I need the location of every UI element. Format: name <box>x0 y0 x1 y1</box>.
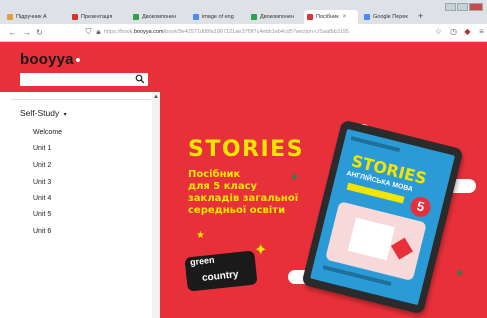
sidebar-scrollbar[interactable]: ▲ <box>152 92 160 318</box>
tablet-book-image: STORIES АНГЛІЙСЬКА МОВА 5 <box>301 119 464 315</box>
history-icon[interactable]: ◷ <box>449 27 458 36</box>
grade-badge: 5 <box>408 194 433 220</box>
sidebar-section-title[interactable]: Self-Study ▾ <box>20 108 67 118</box>
browser-tab[interactable]: Двокомпонен <box>130 10 188 24</box>
browser-tab[interactable]: Підручник А <box>4 10 64 24</box>
sidebar-item-unit-2[interactable]: Unit 2 <box>33 162 51 169</box>
shield-icon[interactable]: ⛉ <box>84 27 93 36</box>
tab-label: Двокомпонен <box>260 14 295 20</box>
minimize-button[interactable] <box>445 3 456 11</box>
cover-headline: STORIES <box>188 137 305 162</box>
pocket-icon[interactable]: ◆ <box>463 27 472 36</box>
reload-icon[interactable]: ↻ <box>36 26 43 39</box>
tab-label: image of eng <box>202 14 234 20</box>
tab-label: Двокомпонен <box>142 14 177 20</box>
tab-label: Посібник <box>316 14 339 20</box>
lock-icon[interactable]: 🔒︎ <box>94 27 103 36</box>
tab-label: Google Перек <box>373 14 408 20</box>
logo-text: booyya <box>20 51 74 68</box>
star-icon: ★ <box>290 172 299 183</box>
browser-tab[interactable]: Google Перек <box>361 10 417 24</box>
tab-favicon-icon <box>364 14 370 20</box>
section-title-label: Self-Study <box>20 108 60 118</box>
tab-favicon-icon <box>193 14 199 20</box>
scroll-up-icon[interactable]: ▲ <box>153 94 159 100</box>
sidebar-item-unit-1[interactable]: Unit 1 <box>33 145 51 152</box>
tab-favicon-icon <box>7 14 13 20</box>
cover-top-bar <box>350 136 401 153</box>
star-icon: ★ <box>196 230 205 241</box>
back-arrow-icon[interactable]: ← <box>8 26 17 39</box>
tab-label: Підручник А <box>16 14 47 20</box>
sidebar-item-unit-5[interactable]: Unit 5 <box>33 211 51 218</box>
new-tab-button[interactable]: + <box>418 10 423 22</box>
shooting-star-icon: ✦ <box>254 242 268 259</box>
browser-tab[interactable]: image of eng <box>190 10 248 24</box>
sidebar-item-unit-4[interactable]: Unit 4 <box>33 195 51 202</box>
tab-favicon-icon <box>133 14 139 20</box>
url-domain: booyya.com <box>133 29 164 35</box>
book-cover-area: ★ ★ ✦ ★ ★ STORIES Посібник для 5 класу з… <box>160 42 487 318</box>
url-prefix: https://book. <box>104 29 134 35</box>
browser-tab-active[interactable]: Посібник × <box>304 10 358 24</box>
menu-icon[interactable]: ≡ <box>477 27 486 36</box>
maximize-button[interactable] <box>457 3 468 11</box>
forward-arrow-icon[interactable]: → <box>22 26 31 39</box>
logo-dot-icon <box>75 58 80 63</box>
browser-tab[interactable]: Двокомпонен <box>248 10 306 24</box>
sidebar-item-unit-6[interactable]: Unit 6 <box>33 228 51 235</box>
cover-subtitle-line: для 5 класу <box>188 181 258 192</box>
tab-favicon-icon <box>307 14 313 20</box>
chevron-down-icon: ▾ <box>63 112 67 118</box>
tab-close-icon[interactable]: × <box>343 14 347 20</box>
search-icon[interactable] <box>135 74 145 84</box>
url-path: /book/9e42571d08fa1867121ae37f9f7c4ebb1e… <box>163 29 349 35</box>
close-window-button[interactable] <box>469 3 483 11</box>
cover-subtitle-line: середньої освіти <box>188 205 286 216</box>
cover-subtitle-line: закладів загальної <box>188 193 299 204</box>
url-field[interactable]: https://book.booyya.com/book/9e42571d08f… <box>104 28 429 37</box>
sidebar <box>0 92 160 318</box>
tab-label: Презентація <box>81 14 113 20</box>
site-logo[interactable]: booyya <box>20 51 80 68</box>
search-input[interactable] <box>20 73 148 86</box>
tab-favicon-icon <box>251 14 257 20</box>
sidebar-item-unit-3[interactable]: Unit 3 <box>33 179 51 186</box>
window-controls <box>444 3 483 11</box>
tab-favicon-icon <box>72 14 78 20</box>
sidebar-item-welcome[interactable]: Welcome <box>33 129 62 136</box>
bookmark-star-icon[interactable]: ☆ <box>434 27 443 36</box>
star-icon: ★ <box>455 268 464 279</box>
tablet-screen: STORIES АНГЛІЙСЬКА МОВА 5 <box>310 128 455 306</box>
browser-tab-bar: Підручник А Презентація Двокомпонен imag… <box>0 0 487 24</box>
cover-subtitle-line: Посібник <box>188 169 241 180</box>
browser-tab[interactable]: Презентація <box>69 10 127 24</box>
address-bar-row: ← → ↻ ⛉ 🔒︎ https://book.booyya.com/book/… <box>0 24 487 42</box>
sidebar-divider <box>11 99 151 100</box>
